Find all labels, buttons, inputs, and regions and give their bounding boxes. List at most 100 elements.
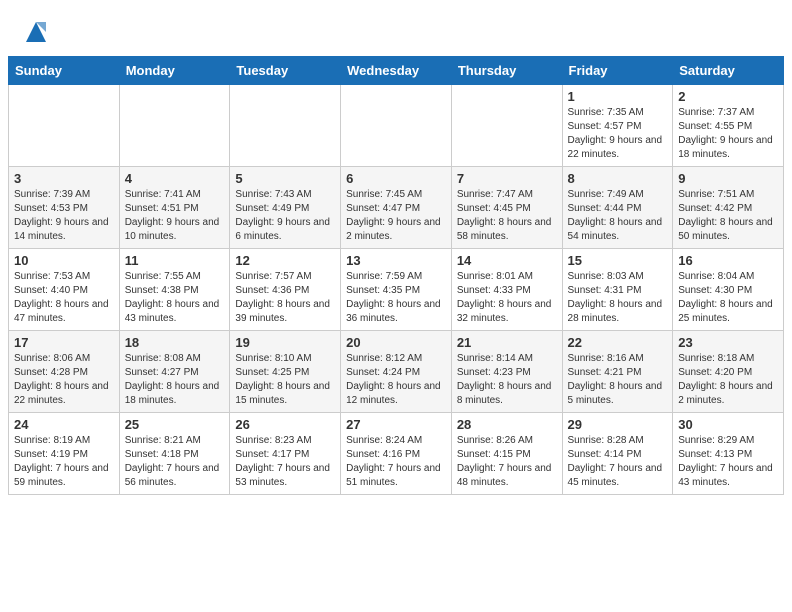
calendar-cell: 1 Sunrise: 7:35 AM Sunset: 4:57 PM Daylig… — [562, 85, 673, 167]
day-number: 26 — [235, 417, 335, 432]
calendar-cell: 5 Sunrise: 7:43 AM Sunset: 4:49 PM Daylig… — [230, 167, 341, 249]
calendar-cell — [341, 85, 452, 167]
calendar-cell: 12 Sunrise: 7:57 AM Sunset: 4:36 PM Dayli… — [230, 249, 341, 331]
day-number: 7 — [457, 171, 557, 186]
logo — [18, 18, 50, 46]
day-number: 9 — [678, 171, 778, 186]
calendar-cell: 17 Sunrise: 8:06 AM Sunset: 4:28 PM Dayli… — [9, 331, 120, 413]
day-number: 13 — [346, 253, 446, 268]
calendar-cell: 23 Sunrise: 8:18 AM Sunset: 4:20 PM Dayli… — [673, 331, 784, 413]
calendar-cell: 19 Sunrise: 8:10 AM Sunset: 4:25 PM Dayli… — [230, 331, 341, 413]
day-detail: Sunrise: 8:18 AM Sunset: 4:20 PM Dayligh… — [678, 352, 778, 408]
calendar-cell — [230, 85, 341, 167]
day-number: 21 — [457, 335, 557, 350]
weekday-header-monday: Monday — [119, 57, 230, 85]
day-number: 5 — [235, 171, 335, 186]
day-detail: Sunrise: 7:43 AM Sunset: 4:49 PM Dayligh… — [235, 188, 335, 244]
page-header — [0, 0, 792, 56]
day-detail: Sunrise: 7:57 AM Sunset: 4:36 PM Dayligh… — [235, 270, 335, 326]
calendar-cell: 14 Sunrise: 8:01 AM Sunset: 4:33 PM Dayli… — [451, 249, 562, 331]
calendar-cell — [451, 85, 562, 167]
day-detail: Sunrise: 7:55 AM Sunset: 4:38 PM Dayligh… — [125, 270, 225, 326]
calendar-cell: 28 Sunrise: 8:26 AM Sunset: 4:15 PM Dayli… — [451, 413, 562, 495]
day-detail: Sunrise: 8:21 AM Sunset: 4:18 PM Dayligh… — [125, 434, 225, 490]
day-detail: Sunrise: 8:10 AM Sunset: 4:25 PM Dayligh… — [235, 352, 335, 408]
calendar-cell: 16 Sunrise: 8:04 AM Sunset: 4:30 PM Dayli… — [673, 249, 784, 331]
weekday-header-thursday: Thursday — [451, 57, 562, 85]
day-number: 1 — [568, 89, 668, 104]
day-number: 8 — [568, 171, 668, 186]
day-detail: Sunrise: 8:14 AM Sunset: 4:23 PM Dayligh… — [457, 352, 557, 408]
day-detail: Sunrise: 7:49 AM Sunset: 4:44 PM Dayligh… — [568, 188, 668, 244]
day-detail: Sunrise: 7:51 AM Sunset: 4:42 PM Dayligh… — [678, 188, 778, 244]
weekday-header-saturday: Saturday — [673, 57, 784, 85]
day-number: 17 — [14, 335, 114, 350]
day-detail: Sunrise: 8:26 AM Sunset: 4:15 PM Dayligh… — [457, 434, 557, 490]
day-detail: Sunrise: 8:16 AM Sunset: 4:21 PM Dayligh… — [568, 352, 668, 408]
calendar-cell: 18 Sunrise: 8:08 AM Sunset: 4:27 PM Dayli… — [119, 331, 230, 413]
day-detail: Sunrise: 8:03 AM Sunset: 4:31 PM Dayligh… — [568, 270, 668, 326]
calendar-cell: 4 Sunrise: 7:41 AM Sunset: 4:51 PM Daylig… — [119, 167, 230, 249]
day-detail: Sunrise: 8:04 AM Sunset: 4:30 PM Dayligh… — [678, 270, 778, 326]
calendar-cell: 15 Sunrise: 8:03 AM Sunset: 4:31 PM Dayli… — [562, 249, 673, 331]
day-number: 4 — [125, 171, 225, 186]
calendar-cell: 27Sunrise: 8:24 AM Sunset: 4:16 PM Dayli… — [341, 413, 452, 495]
day-number: 22 — [568, 335, 668, 350]
day-detail: Sunrise: 8:08 AM Sunset: 4:27 PM Dayligh… — [125, 352, 225, 408]
day-number: 24 — [14, 417, 114, 432]
calendar-table: SundayMondayTuesdayWednesdayThursdayFrid… — [8, 56, 784, 495]
calendar-cell: 22 Sunrise: 8:16 AM Sunset: 4:21 PM Dayli… — [562, 331, 673, 413]
day-number: 16 — [678, 253, 778, 268]
day-number: 14 — [457, 253, 557, 268]
calendar-cell: 24 Sunrise: 8:19 AM Sunset: 4:19 PM Dayli… — [9, 413, 120, 495]
day-number: 27 — [346, 417, 446, 432]
calendar-cell: 8 Sunrise: 7:49 AM Sunset: 4:44 PM Daylig… — [562, 167, 673, 249]
calendar-cell: 30 Sunrise: 8:29 AM Sunset: 4:13 PM Dayli… — [673, 413, 784, 495]
weekday-header-sunday: Sunday — [9, 57, 120, 85]
weekday-header-friday: Friday — [562, 57, 673, 85]
day-detail: Sunrise: 7:47 AM Sunset: 4:45 PM Dayligh… — [457, 188, 557, 244]
calendar-cell: 13 Sunrise: 7:59 AM Sunset: 4:35 PM Dayli… — [341, 249, 452, 331]
day-number: 28 — [457, 417, 557, 432]
day-detail: Sunrise: 8:01 AM Sunset: 4:33 PM Dayligh… — [457, 270, 557, 326]
day-number: 2 — [678, 89, 778, 104]
day-detail: Sunrise: 8:19 AM Sunset: 4:19 PM Dayligh… — [14, 434, 114, 490]
day-number: 20 — [346, 335, 446, 350]
day-detail: Sunrise: 7:45 AM Sunset: 4:47 PM Dayligh… — [346, 188, 446, 244]
day-detail: Sunrise: 8:23 AM Sunset: 4:17 PM Dayligh… — [235, 434, 335, 490]
calendar-cell: 20 Sunrise: 8:12 AM Sunset: 4:24 PM Dayli… — [341, 331, 452, 413]
logo-icon — [22, 18, 50, 46]
day-detail: Sunrise: 8:29 AM Sunset: 4:13 PM Dayligh… — [678, 434, 778, 490]
day-detail: Sunrise: 7:59 AM Sunset: 4:35 PM Dayligh… — [346, 270, 446, 326]
calendar-wrapper: SundayMondayTuesdayWednesdayThursdayFrid… — [0, 56, 792, 503]
day-detail: Sunrise: 7:53 AM Sunset: 4:40 PM Dayligh… — [14, 270, 114, 326]
calendar-cell: 6 Sunrise: 7:45 AM Sunset: 4:47 PM Daylig… — [341, 167, 452, 249]
day-number: 15 — [568, 253, 668, 268]
day-detail: Sunrise: 7:37 AM Sunset: 4:55 PM Dayligh… — [678, 106, 778, 162]
calendar-cell: 7 Sunrise: 7:47 AM Sunset: 4:45 PM Daylig… — [451, 167, 562, 249]
day-detail: Sunrise: 7:35 AM Sunset: 4:57 PM Dayligh… — [568, 106, 668, 162]
day-number: 25 — [125, 417, 225, 432]
day-number: 3 — [14, 171, 114, 186]
weekday-header-tuesday: Tuesday — [230, 57, 341, 85]
day-detail: Sunrise: 8:06 AM Sunset: 4:28 PM Dayligh… — [14, 352, 114, 408]
calendar-cell: 3Sunrise: 7:39 AM Sunset: 4:53 PM Daylig… — [9, 167, 120, 249]
day-number: 6 — [346, 171, 446, 186]
day-number: 11 — [125, 253, 225, 268]
day-number: 30 — [678, 417, 778, 432]
calendar-cell: 2 Sunrise: 7:37 AM Sunset: 4:55 PM Daylig… — [673, 85, 784, 167]
day-number: 23 — [678, 335, 778, 350]
day-number: 29 — [568, 417, 668, 432]
weekday-header-wednesday: Wednesday — [341, 57, 452, 85]
day-number: 12 — [235, 253, 335, 268]
day-number: 19 — [235, 335, 335, 350]
day-detail: Sunrise: 7:41 AM Sunset: 4:51 PM Dayligh… — [125, 188, 225, 244]
calendar-cell: 29Sunrise: 8:28 AM Sunset: 4:14 PM Dayli… — [562, 413, 673, 495]
calendar-cell: 10Sunrise: 7:53 AM Sunset: 4:40 PM Dayli… — [9, 249, 120, 331]
day-detail: Sunrise: 8:12 AM Sunset: 4:24 PM Dayligh… — [346, 352, 446, 408]
calendar-cell: 9 Sunrise: 7:51 AM Sunset: 4:42 PM Daylig… — [673, 167, 784, 249]
calendar-cell — [9, 85, 120, 167]
calendar-cell: 25 Sunrise: 8:21 AM Sunset: 4:18 PM Dayli… — [119, 413, 230, 495]
day-number: 18 — [125, 335, 225, 350]
calendar-cell: 26 Sunrise: 8:23 AM Sunset: 4:17 PM Dayli… — [230, 413, 341, 495]
